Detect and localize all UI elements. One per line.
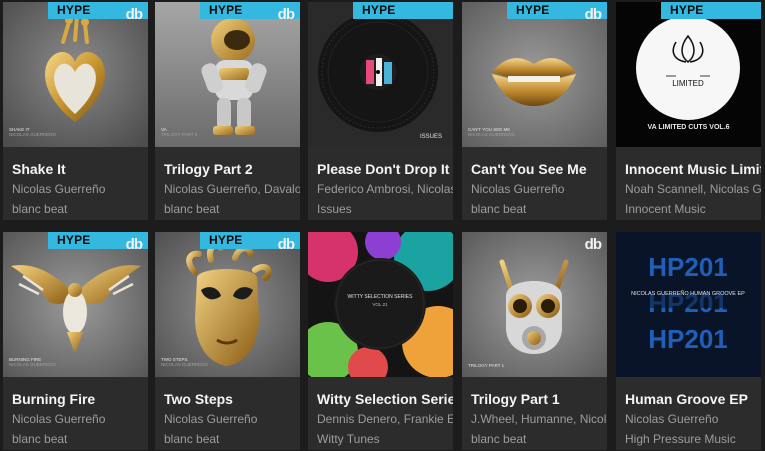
release-card[interactable]: HYPE db VA TRILOGY PART 2 Trilogy Part 2…: [155, 2, 300, 220]
cover-caption: VA TRILOGY PART 2: [161, 127, 198, 137]
release-label[interactable]: blanc beat: [12, 432, 148, 446]
db-label-logo: db: [277, 236, 295, 253]
cover-artist-text: NICOLAS GUERREÑO HUMAN GROOVE EP: [631, 290, 745, 297]
release-title[interactable]: Two Steps: [164, 391, 300, 407]
release-title[interactable]: Innocent Music Limited Cuts Vol.6: [625, 161, 761, 177]
gold-heart-art-icon: [3, 2, 148, 147]
release-artwork[interactable]: HYPE db TWO STEPS NICOLAS GUERREÑO: [155, 232, 300, 377]
db-label-logo: db: [584, 6, 602, 23]
release-title[interactable]: Witty Selection Series Vol.21: [317, 391, 453, 407]
release-label[interactable]: High Pressure Music: [625, 432, 761, 446]
release-artists[interactable]: Noah Scannell, Nicolas Guerreño: [625, 182, 761, 196]
release-artists[interactable]: Nicolas Guerreño: [164, 412, 300, 426]
astronaut-art-icon: [155, 2, 300, 147]
release-artwork[interactable]: db TRILOGY PART 1: [462, 232, 607, 377]
release-card[interactable]: HYPE ISSUES Please Don't Drop It Federic…: [308, 2, 453, 220]
release-artwork[interactable]: LIMITED HYPE VA LIMITED CUTS VOL.6: [616, 2, 761, 147]
cover-caption: CAN'T YOU SEE ME NICOLAS GUERREÑO: [468, 127, 516, 137]
hype-badge: HYPE: [661, 2, 761, 19]
vinyl-art-icon: [308, 2, 453, 147]
db-label-logo: db: [125, 236, 143, 253]
release-title[interactable]: Can't You See Me: [471, 161, 607, 177]
release-artists[interactable]: Nicolas Guerreño: [12, 182, 148, 196]
release-card[interactable]: HYPE db BURNING FIRE NICOLAS GUERREÑO Bu…: [3, 232, 148, 450]
release-grid: HYPE db SHAKE IT NICOLAS GUERREÑO Shake …: [0, 0, 765, 451]
release-artists[interactable]: J.Wheel, Humanne, Nicolas Guerreño: [471, 412, 607, 426]
gas-mask-art-icon: [462, 232, 607, 377]
release-label[interactable]: blanc beat: [164, 202, 300, 216]
release-title[interactable]: Trilogy Part 2: [164, 161, 300, 177]
release-title[interactable]: Human Groove EP: [625, 391, 761, 407]
db-label-logo: db: [125, 6, 143, 23]
cover-caption: BURNING FIRE NICOLAS GUERREÑO: [9, 357, 57, 367]
release-label[interactable]: Witty Tunes: [317, 432, 453, 446]
cover-caption: TWO STEPS NICOLAS GUERREÑO: [161, 357, 209, 367]
release-label[interactable]: blanc beat: [12, 202, 148, 216]
cover-caption: SHAKE IT NICOLAS GUERREÑO: [9, 127, 57, 137]
release-artists[interactable]: Dennis Denero, Frankie Ebe: [317, 412, 453, 426]
release-artists[interactable]: Nicolas Guerreño, Davalo: [164, 182, 300, 196]
release-card[interactable]: HYPE db TWO STEPS NICOLAS GUERREÑO Two S…: [155, 232, 300, 450]
release-artists[interactable]: Nicolas Guerreño: [471, 182, 607, 196]
release-card[interactable]: LIMITED HYPE VA LIMITED CUTS VOL.6 Innoc…: [616, 2, 761, 220]
cover-caption: VA LIMITED CUTS VOL.6: [647, 124, 730, 131]
cover-logo-text: HP201: [648, 324, 728, 354]
cover-logo-text: HP201: [648, 252, 728, 282]
db-label-logo: db: [584, 236, 602, 253]
medusa-mask-art-icon: [155, 232, 300, 377]
release-card[interactable]: db TRILOGY PART 1 Trilogy Part 1 J.Wheel…: [462, 232, 607, 450]
paint-splash-art-icon: WITTY SELECTION SERIES VOL.21: [308, 232, 453, 377]
release-artwork[interactable]: HYPE db SHAKE IT NICOLAS GUERREÑO: [3, 2, 148, 147]
release-artwork[interactable]: WITTY SELECTION SERIES VOL.21: [308, 232, 453, 377]
release-artwork[interactable]: HYPE db BURNING FIRE NICOLAS GUERREÑO: [3, 232, 148, 377]
hp-logo-art-icon: HP201 HP201 HP201 NICOLAS GUERREÑO HUMAN…: [616, 232, 761, 377]
release-title[interactable]: Shake It: [12, 161, 148, 177]
release-label[interactable]: blanc beat: [471, 202, 607, 216]
release-title[interactable]: Please Don't Drop It: [317, 161, 453, 177]
cover-series-text: WITTY SELECTION SERIES: [348, 294, 414, 300]
cover-logo-text: LIMITED: [672, 79, 704, 88]
db-label-logo: db: [277, 6, 295, 23]
release-artists[interactable]: Federico Ambrosi, Nicolas Guerreño: [317, 182, 453, 196]
release-artwork[interactable]: HYPE db VA TRILOGY PART 2: [155, 2, 300, 147]
release-label[interactable]: blanc beat: [471, 432, 607, 446]
release-artists[interactable]: Nicolas Guerreño: [12, 412, 148, 426]
release-card[interactable]: HYPE db CAN'T YOU SEE ME NICOLAS GUERREÑ…: [462, 2, 607, 220]
release-title[interactable]: Burning Fire: [12, 391, 148, 407]
release-label[interactable]: Innocent Music: [625, 202, 761, 216]
gold-lips-art-icon: [462, 2, 607, 147]
release-card[interactable]: HP201 HP201 HP201 NICOLAS GUERREÑO HUMAN…: [616, 232, 761, 450]
gold-bird-art-icon: [3, 232, 148, 377]
cover-volume-text: VOL.21: [372, 302, 388, 307]
release-label[interactable]: Issues: [317, 202, 453, 216]
hype-badge: HYPE: [353, 2, 453, 19]
release-card[interactable]: HYPE db SHAKE IT NICOLAS GUERREÑO Shake …: [3, 2, 148, 220]
release-label[interactable]: blanc beat: [164, 432, 300, 446]
release-artists[interactable]: Nicolas Guerreño: [625, 412, 761, 426]
cover-caption: ISSUES: [420, 134, 443, 140]
release-artwork[interactable]: HYPE db CAN'T YOU SEE ME NICOLAS GUERREÑ…: [462, 2, 607, 147]
cover-caption: TRILOGY PART 1: [468, 363, 505, 368]
release-card[interactable]: WITTY SELECTION SERIES VOL.21 Witty Sele…: [308, 232, 453, 450]
release-title[interactable]: Trilogy Part 1: [471, 391, 607, 407]
release-artwork[interactable]: HP201 HP201 HP201 NICOLAS GUERREÑO HUMAN…: [616, 232, 761, 377]
release-artwork[interactable]: HYPE ISSUES: [308, 2, 453, 147]
